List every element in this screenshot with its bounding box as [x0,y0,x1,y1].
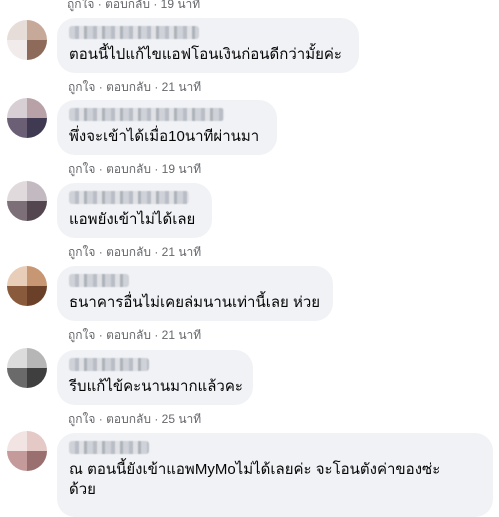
comment-meta: ถูกใจ · ตอบกลับ · 19 นาที [68,160,201,179]
avatar-pixel [27,451,47,471]
avatar-pixel [7,40,27,60]
comment-text: ธนาคารอื่นไม่เคยล่มนานเท่านี้เลย ห่วย [69,294,321,311]
avatar[interactable] [7,431,47,471]
timestamp[interactable]: 25 นาที [162,412,202,426]
avatar-pixel [7,118,27,138]
separator: · [154,412,159,426]
author-name-blurred[interactable] [69,108,224,121]
timestamp[interactable]: 21 นาที [162,80,202,94]
avatar-pixel [7,266,27,286]
avatar-pixel [7,201,27,221]
avatar-pixel [7,451,27,471]
avatar-pixel [27,20,47,40]
comment-text: พึ่งจะเข้าได้เมื่อ10นาทีผ่านมา [69,128,260,145]
avatar[interactable] [7,348,47,388]
comment-meta: ถูกใจ · ตอบกลับ · 21 นาที [68,243,201,262]
author-name-blurred[interactable] [69,274,129,287]
avatar-pixel [27,431,47,451]
reply-link[interactable]: ตอบกลับ [106,80,151,94]
separator: · [154,328,159,342]
avatar[interactable] [7,98,47,138]
comment-meta: ถูกใจ · ตอบกลับ · 21 นาที [68,326,201,345]
reply-link[interactable]: ตอบกลับ [106,328,151,342]
avatar-pixel [27,266,47,286]
separator: · [98,328,103,342]
avatar-pixel [7,98,27,118]
comment-text-line-2: ด้วย [69,481,96,498]
avatar[interactable] [7,181,47,221]
comment-text-line-1: ณ ตอนนี้ยังเข้าแอพMyMoไม่ได้เลยค่ะ จะโอน… [69,461,441,478]
reply-link[interactable]: ตอบกลับ [106,162,151,176]
avatar[interactable] [7,20,47,60]
like-link[interactable]: ถูกใจ [68,245,95,259]
avatar[interactable] [7,266,47,306]
reply-link[interactable]: ตอบกลับ [105,0,150,11]
author-name-blurred[interactable] [69,191,189,204]
timestamp[interactable]: 21 นาที [162,328,202,342]
separator: · [154,162,159,176]
avatar-pixel [7,368,27,388]
separator: · [154,80,159,94]
avatar-pixel [7,20,27,40]
avatar-pixel [7,348,27,368]
comment-meta: ถูกใจ · ตอบกลับ · 21 นาที [68,78,201,97]
avatar-pixel [27,118,47,138]
like-link[interactable]: ถูกใจ [68,162,95,176]
avatar-pixel [27,201,47,221]
like-link[interactable]: ถูกใจ [68,328,95,342]
like-link[interactable]: ถูกใจ [67,0,94,11]
like-link[interactable]: ถูกใจ [68,80,95,94]
comment-bubble: ตอนนี้ไปแก้ไขแอฟโอนเงินก่อนดีกว่ามั้ยค่ะ [57,18,359,73]
comment-bubble: รีบแก้ไข้คะนานมากแล้วคะ [57,350,253,405]
avatar-pixel [27,98,47,118]
avatar-pixel [27,286,47,306]
comment-meta-partial: ถูกใจ · ตอบกลับ · 19 นาที [67,0,200,14]
timestamp[interactable]: 19 นาที [162,162,202,176]
reply-link[interactable]: ตอบกลับ [106,245,151,259]
avatar-pixel [27,40,47,60]
author-name-blurred[interactable] [69,358,149,371]
avatar-pixel [27,181,47,201]
comment-text: แอพยังเข้าไม่ได้เลย [69,211,196,228]
separator: · [97,0,102,11]
comment-bubble: ณ ตอนนี้ยังเข้าแอพMyMoไม่ได้เลยค่ะ จะโอน… [57,433,493,517]
avatar-pixel [7,431,27,451]
reply-link[interactable]: ตอบกลับ [106,412,151,426]
author-name-blurred[interactable] [69,441,149,454]
comment-bubble: ธนาคารอื่นไม่เคยล่มนานเท่านี้เลย ห่วย [57,266,333,321]
comment-bubble: แอพยังเข้าไม่ได้เลย [57,183,212,238]
comment-text: รีบแก้ไข้คะนานมากแล้วคะ [69,378,243,395]
avatar-pixel [7,181,27,201]
separator: · [98,245,103,259]
avatar-pixel [27,348,47,368]
separator: · [98,162,103,176]
comment-text: ตอนนี้ไปแก้ไขแอฟโอนเงินก่อนดีกว่ามั้ยค่ะ [69,46,342,63]
timestamp[interactable]: 21 นาที [162,245,202,259]
timestamp[interactable]: 19 นาที [161,0,201,11]
avatar-pixel [7,286,27,306]
comment-bubble: พึ่งจะเข้าได้เมื่อ10นาทีผ่านมา [57,100,277,155]
avatar-pixel [27,368,47,388]
separator: · [153,0,158,11]
separator: · [98,80,103,94]
like-link[interactable]: ถูกใจ [68,412,95,426]
separator: · [98,412,103,426]
separator: · [154,245,159,259]
author-name-blurred[interactable] [69,26,199,39]
comment-meta: ถูกใจ · ตอบกลับ · 25 นาที [68,410,201,429]
